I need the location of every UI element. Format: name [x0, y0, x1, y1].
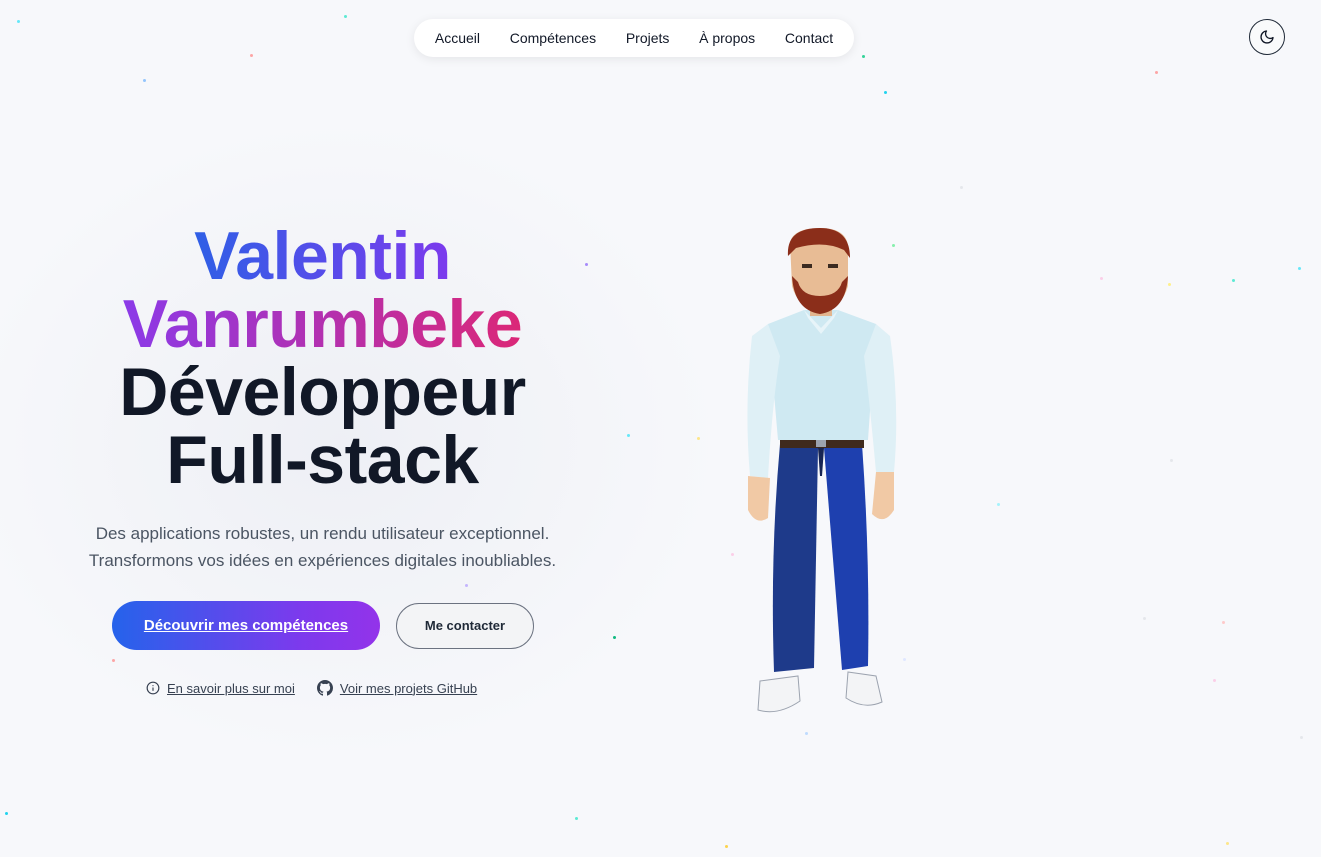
- nav-item-contact[interactable]: Contact: [785, 30, 833, 46]
- info-icon: [146, 681, 160, 695]
- github-link-label: Voir mes projets GitHub: [339, 680, 478, 696]
- hero-last-name: Vanrumbeke: [122, 286, 523, 362]
- hero-description-line1: Des applications robustes, un rendu util…: [95, 524, 550, 543]
- hero-role-line2: Full-stack: [166, 422, 479, 498]
- nav-item-a-propos[interactable]: À propos: [699, 30, 755, 46]
- theme-toggle-button[interactable]: [1249, 19, 1285, 55]
- hero-first-name: Valentin: [194, 218, 451, 294]
- github-link[interactable]: Voir mes projets GitHub: [316, 680, 478, 696]
- hero-description-line2: Transformons vos idées en expériences di…: [88, 551, 557, 570]
- hero-section: Valentin Vanrumbeke Développeur Full-sta…: [60, 222, 585, 574]
- hero-title: Valentin Vanrumbeke Développeur Full-sta…: [60, 222, 585, 494]
- main-navigation: Accueil Compétences Projets À propos Con…: [414, 19, 854, 57]
- contact-button[interactable]: Me contacter: [396, 602, 534, 649]
- github-icon: [316, 680, 333, 696]
- nav-item-accueil[interactable]: Accueil: [435, 30, 480, 46]
- about-link[interactable]: En savoir plus sur moi: [146, 681, 295, 696]
- hero-cta-group: Découvrir mes compétences Me contacter: [112, 601, 534, 650]
- about-link-label: En savoir plus sur moi: [167, 680, 295, 696]
- discover-skills-button[interactable]: Découvrir mes compétences: [112, 601, 380, 650]
- hero-links: En savoir plus sur moi Voir mes projets …: [146, 680, 477, 696]
- nav-item-competences[interactable]: Compétences: [510, 30, 596, 46]
- hero-description: Des applications robustes, un rendu util…: [60, 520, 585, 574]
- hero-role-line1: Développeur: [119, 354, 526, 430]
- nav-item-projets[interactable]: Projets: [626, 30, 670, 46]
- moon-icon: [1260, 30, 1274, 44]
- avatar-3d-character: [747, 228, 897, 713]
